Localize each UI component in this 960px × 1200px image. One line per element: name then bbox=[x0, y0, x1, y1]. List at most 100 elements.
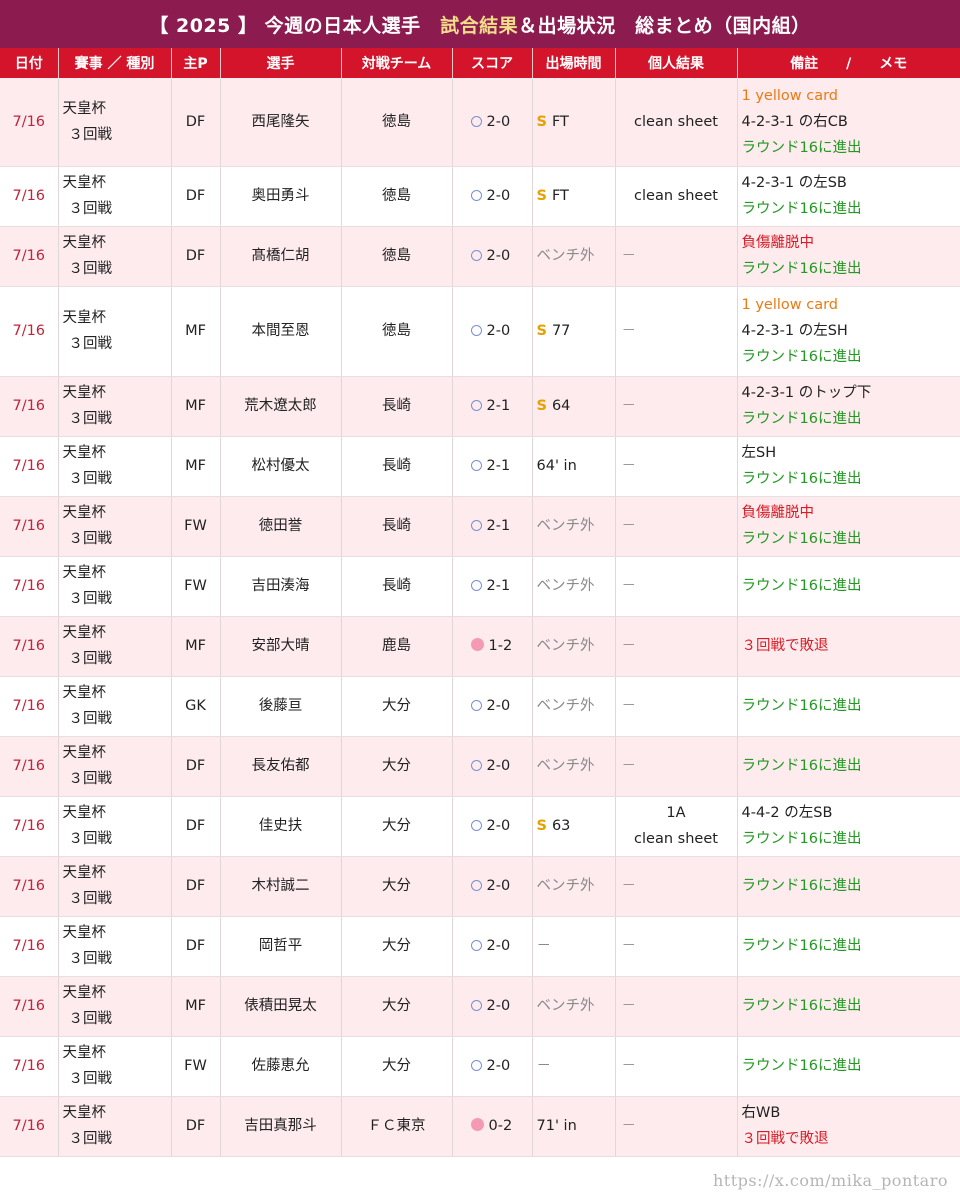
player-name: 髙橋仁胡 bbox=[251, 248, 310, 264]
opponent-name: 長崎 bbox=[382, 458, 411, 474]
cell-player: 西尾隆矢 bbox=[220, 78, 342, 167]
win-circle-icon bbox=[470, 520, 482, 531]
cell-date: 7/16 bbox=[0, 676, 59, 737]
playing-time-text: ベンチ外 bbox=[536, 248, 595, 264]
cell-opponent: 大分 bbox=[341, 736, 453, 797]
cell-memo: 1 yellow card 4-2-3-1 の左SH ラウンド16に進出 bbox=[737, 286, 960, 377]
opponent-name: 徳島 bbox=[382, 188, 411, 204]
cell-date: 7/16 bbox=[0, 226, 59, 287]
cell-opponent: 大分 bbox=[341, 796, 453, 857]
competition-round: ３回戦 bbox=[68, 471, 113, 487]
cell-date: 7/16 bbox=[0, 78, 59, 167]
cell-competition: 天皇杯 ３回戦 bbox=[58, 1036, 172, 1097]
date-text: 7/16 bbox=[12, 113, 46, 130]
cell-date: 7/16 bbox=[0, 376, 59, 437]
date-text: 7/16 bbox=[12, 698, 46, 714]
score-text: 2-0 bbox=[486, 113, 511, 130]
cell-memo: 負傷離脱中 ラウンド16に進出 bbox=[737, 496, 960, 557]
cell-date: 7/16 bbox=[0, 856, 59, 917]
memo-line: ラウンド16に進出 bbox=[741, 201, 862, 217]
date-text: 7/16 bbox=[12, 188, 46, 204]
competition-round: ３回戦 bbox=[68, 201, 113, 217]
memo-line: 4-2-3-1 の右CB bbox=[741, 113, 848, 130]
memo-line: 左SH bbox=[741, 445, 777, 461]
competition-name: 天皇杯 bbox=[62, 1045, 107, 1061]
cell-memo: ラウンド16に進出 bbox=[737, 1036, 960, 1097]
cell-date: 7/16 bbox=[0, 916, 59, 977]
competition-name: 天皇杯 bbox=[62, 685, 107, 701]
cell-date: 7/16 bbox=[0, 796, 59, 857]
cell-player: 奥田勇斗 bbox=[220, 166, 342, 227]
table-row: 7/16 天皇杯 ３回戦 DF 長友佑都 大分 2-0 ベンチ外 － ラウンド16に進出 bbox=[0, 736, 960, 797]
personal-result-text: clean sheet bbox=[634, 188, 718, 204]
cell-competition: 天皇杯 ３回戦 bbox=[58, 226, 172, 287]
starter-s-icon: S bbox=[536, 113, 547, 130]
starter-s-icon: S bbox=[536, 323, 547, 339]
table-row: 7/16 天皇杯 ３回戦 FW 吉田湊海 長崎 2-1 ベンチ外 － ラウンド16に進出 bbox=[0, 556, 960, 617]
cell-competition: 天皇杯 ３回戦 bbox=[58, 736, 172, 797]
competition-name: 天皇杯 bbox=[62, 445, 107, 461]
cell-playing-time: ベンチ外 bbox=[532, 856, 616, 917]
score-text: 2-0 bbox=[486, 698, 511, 714]
memo-line: ラウンド16に進出 bbox=[741, 139, 862, 156]
cell-player: 松村優太 bbox=[220, 436, 342, 497]
cell-date: 7/16 bbox=[0, 166, 59, 227]
cell-opponent: 長崎 bbox=[341, 496, 453, 557]
memo-line: ラウンド16に進出 bbox=[741, 938, 862, 954]
cell-score: 2-0 bbox=[452, 916, 533, 977]
cell-opponent: 長崎 bbox=[341, 376, 453, 437]
date-text: 7/16 bbox=[12, 458, 46, 474]
memo-line: ラウンド16に進出 bbox=[741, 878, 862, 894]
win-circle-icon bbox=[470, 700, 482, 711]
cell-playing-time: ベンチ外 bbox=[532, 736, 616, 797]
win-circle-icon bbox=[470, 325, 482, 336]
score-text: 0-2 bbox=[488, 1118, 513, 1134]
cell-player: 吉田湊海 bbox=[220, 556, 342, 617]
cell-score: 0-2 bbox=[452, 1096, 533, 1157]
cell-playing-time: ベンチ外 bbox=[532, 616, 616, 677]
win-circle-icon bbox=[470, 190, 482, 201]
cell-memo: ラウンド16に進出 bbox=[737, 556, 960, 617]
memo-line: ラウンド16に進出 bbox=[741, 998, 862, 1014]
position-text: DF bbox=[185, 878, 206, 894]
cell-opponent: 長崎 bbox=[341, 436, 453, 497]
player-name: 吉田真那斗 bbox=[244, 1118, 317, 1134]
player-name: 松村優太 bbox=[251, 458, 310, 474]
cell-personal-result: － bbox=[615, 976, 738, 1037]
competition-name: 天皇杯 bbox=[62, 805, 107, 821]
score-text: 2-0 bbox=[486, 323, 511, 339]
personal-result-text: － bbox=[621, 578, 637, 594]
cell-memo: 4-4-2 の左SB ラウンド16に進出 bbox=[737, 796, 960, 857]
header-score: スコア bbox=[452, 48, 533, 78]
memo-line: 1 yellow card bbox=[741, 297, 839, 313]
memo-line: ３回戦で敗退 bbox=[741, 638, 829, 654]
cell-opponent: 大分 bbox=[341, 856, 453, 917]
cell-opponent: 大分 bbox=[341, 1036, 453, 1097]
starter-s-icon: S bbox=[536, 188, 547, 204]
cell-date: 7/16 bbox=[0, 1096, 59, 1157]
loss-dot-icon bbox=[470, 1118, 484, 1131]
results-table: 日付 賽事 ／ 種別 主P 選手 対戦チーム スコア 出場時間 個人結果 備註 … bbox=[0, 48, 960, 1157]
playing-time-text: 71' in bbox=[536, 1118, 577, 1134]
score-text: 2-0 bbox=[486, 938, 511, 954]
loss-dot-icon bbox=[470, 638, 484, 651]
cell-memo: ラウンド16に進出 bbox=[737, 916, 960, 977]
cell-player: 後藤亘 bbox=[220, 676, 342, 737]
player-name: 吉田湊海 bbox=[251, 578, 310, 594]
score-text: 2-0 bbox=[486, 998, 511, 1014]
competition-round: ３回戦 bbox=[68, 1071, 113, 1087]
cell-personal-result: － bbox=[615, 556, 738, 617]
cell-memo: 負傷離脱中 ラウンド16に進出 bbox=[737, 226, 960, 287]
cell-player: 安部大晴 bbox=[220, 616, 342, 677]
date-text: 7/16 bbox=[12, 398, 46, 414]
cell-score: 2-0 bbox=[452, 166, 533, 227]
win-circle-icon bbox=[470, 580, 482, 591]
cell-opponent: 大分 bbox=[341, 976, 453, 1037]
cell-opponent: 徳島 bbox=[341, 78, 453, 167]
cell-opponent: 鹿島 bbox=[341, 616, 453, 677]
cell-date: 7/16 bbox=[0, 496, 59, 557]
competition-round: ３回戦 bbox=[68, 771, 113, 787]
position-text: MF bbox=[185, 398, 206, 414]
title-suffix: ＆出場状況 総まとめ（国内組） bbox=[518, 14, 811, 37]
cell-memo: 1 yellow card 4-2-3-1 の右CB ラウンド16に進出 bbox=[737, 78, 960, 167]
